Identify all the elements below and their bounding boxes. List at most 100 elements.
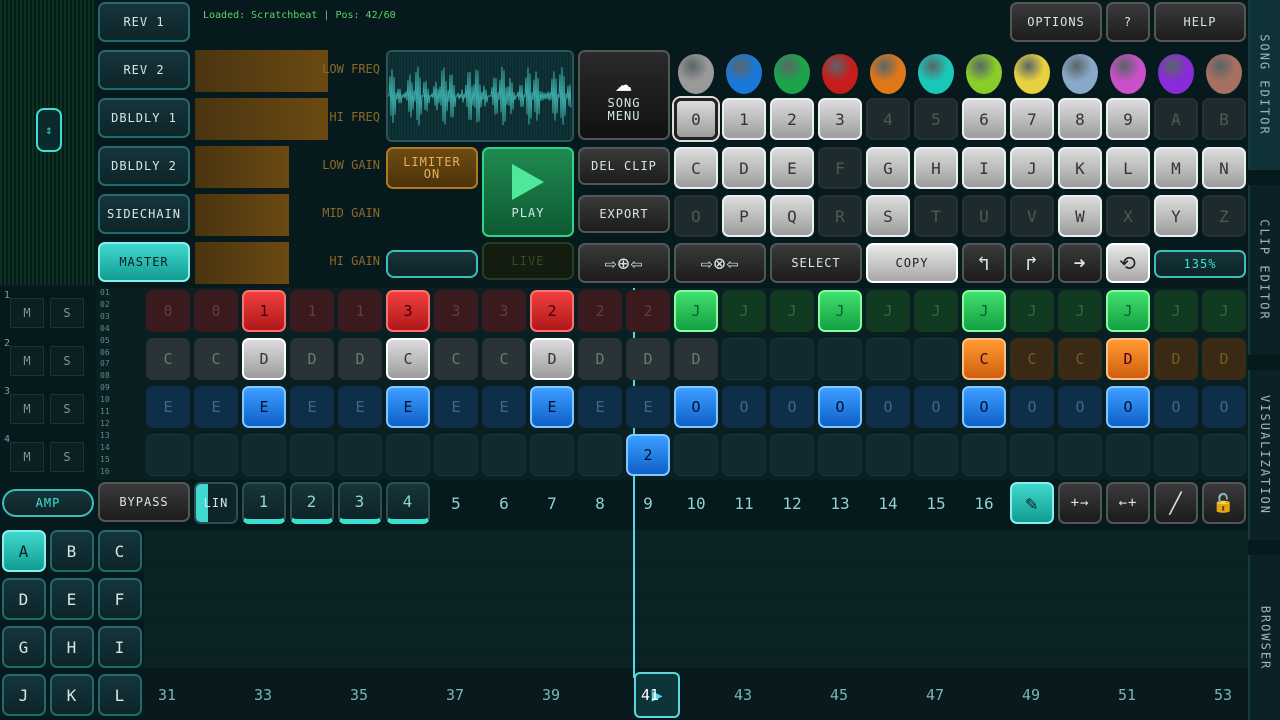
clip-cell[interactable]: E bbox=[578, 386, 622, 428]
color-pick-2[interactable] bbox=[726, 54, 762, 94]
eq-slider[interactable]: MID GAIN bbox=[195, 194, 382, 236]
clip-cell-empty[interactable] bbox=[242, 434, 286, 476]
pattern-key-c[interactable]: C bbox=[674, 147, 718, 189]
loop-button[interactable]: ⟲ bbox=[1106, 243, 1150, 283]
limiter-button[interactable]: LIMITER ON bbox=[386, 147, 478, 189]
tab-clip-editor[interactable]: CLIP EDITOR bbox=[1248, 185, 1280, 355]
clip-letter-a[interactable]: A bbox=[2, 530, 46, 572]
clip-cell-empty[interactable] bbox=[722, 434, 766, 476]
pattern-key-k[interactable]: K bbox=[1058, 147, 1102, 189]
clip-cell-empty[interactable] bbox=[818, 434, 862, 476]
clip-cell[interactable]: J bbox=[1058, 290, 1102, 332]
clip-cell-empty[interactable] bbox=[1010, 434, 1054, 476]
clip-cell[interactable] bbox=[722, 338, 766, 380]
clip-cell[interactable] bbox=[914, 338, 958, 380]
zoom-button[interactable]: 135% bbox=[1154, 250, 1246, 278]
fx-button-dbldly2[interactable]: DBLDLY 2 bbox=[98, 146, 190, 186]
draw-tool-button[interactable]: ✎ bbox=[1010, 482, 1054, 524]
help-button[interactable]: HELP bbox=[1154, 2, 1246, 42]
clip-cell[interactable]: C bbox=[434, 338, 478, 380]
clip-cell[interactable]: J bbox=[674, 290, 718, 332]
color-pick-10[interactable] bbox=[1110, 54, 1146, 94]
clip-cell[interactable]: 1 bbox=[338, 290, 382, 332]
clip-cell-empty[interactable] bbox=[530, 434, 574, 476]
clip-cell-empty[interactable] bbox=[1154, 434, 1198, 476]
step-button-9[interactable]: 9 bbox=[626, 482, 670, 524]
clip-cell[interactable]: C bbox=[146, 338, 190, 380]
solo-button[interactable]: S bbox=[50, 394, 84, 424]
color-pick-3[interactable] bbox=[774, 54, 810, 94]
clip-cell[interactable]: 2 bbox=[626, 434, 670, 476]
clip-cell[interactable]: J bbox=[914, 290, 958, 332]
clip-cell-empty[interactable] bbox=[386, 434, 430, 476]
select-button[interactable]: SELECT bbox=[770, 243, 862, 283]
color-pick-7[interactable] bbox=[966, 54, 1002, 94]
clip-cell[interactable]: D bbox=[290, 338, 334, 380]
clip-cell[interactable]: O bbox=[722, 386, 766, 428]
pattern-key-3[interactable]: 3 bbox=[818, 98, 862, 140]
pattern-key-0[interactable]: 0 bbox=[674, 98, 718, 140]
clip-cell[interactable]: O bbox=[962, 386, 1006, 428]
clip-cell[interactable]: E bbox=[242, 386, 286, 428]
blank-button[interactable] bbox=[386, 250, 478, 278]
pattern-key-a[interactable]: A bbox=[1154, 98, 1198, 140]
clip-cell[interactable]: 3 bbox=[386, 290, 430, 332]
clip-cell[interactable]: E bbox=[530, 386, 574, 428]
clip-cell-empty[interactable] bbox=[290, 434, 334, 476]
clip-cell[interactable]: 2 bbox=[626, 290, 670, 332]
clip-cell[interactable]: 2 bbox=[530, 290, 574, 332]
pattern-key-4[interactable]: 4 bbox=[866, 98, 910, 140]
clip-cell[interactable] bbox=[770, 338, 814, 380]
clip-letter-k[interactable]: K bbox=[50, 674, 94, 716]
pattern-key-s[interactable]: S bbox=[866, 195, 910, 237]
clip-cell[interactable]: O bbox=[770, 386, 814, 428]
options-button[interactable]: OPTIONS bbox=[1010, 2, 1102, 42]
clip-cell[interactable]: C bbox=[194, 338, 238, 380]
clip-cell[interactable]: D bbox=[1106, 338, 1150, 380]
pattern-key-w[interactable]: W bbox=[1058, 195, 1102, 237]
export-button[interactable]: EXPORT bbox=[578, 195, 670, 233]
clip-cell[interactable]: O bbox=[818, 386, 862, 428]
fx-button-sidechain[interactable]: SIDECHAIN bbox=[98, 194, 190, 234]
pattern-key-o[interactable]: O bbox=[674, 195, 718, 237]
pattern-key-u[interactable]: U bbox=[962, 195, 1006, 237]
clip-cell-empty[interactable] bbox=[482, 434, 526, 476]
clip-cell[interactable]: C bbox=[386, 338, 430, 380]
step-button-16[interactable]: 16 bbox=[962, 482, 1006, 524]
clip-cell[interactable]: J bbox=[866, 290, 910, 332]
eq-slider[interactable]: LOW FREQ bbox=[195, 50, 382, 92]
clip-cell[interactable]: E bbox=[146, 386, 190, 428]
step-button-4[interactable]: 4 bbox=[386, 482, 430, 524]
step-button-8[interactable]: 8 bbox=[578, 482, 622, 524]
step-button-12[interactable]: 12 bbox=[770, 482, 814, 524]
pattern-key-b[interactable]: B bbox=[1202, 98, 1246, 140]
clip-cell[interactable]: O bbox=[1202, 386, 1246, 428]
clip-cell[interactable]: D bbox=[242, 338, 286, 380]
clip-editor-area[interactable] bbox=[144, 530, 1248, 668]
pattern-key-m[interactable]: M bbox=[1154, 147, 1198, 189]
pattern-key-y[interactable]: Y bbox=[1154, 195, 1198, 237]
tab-visualization[interactable]: VISUALIZATION bbox=[1248, 370, 1280, 540]
clip-cell[interactable]: J bbox=[770, 290, 814, 332]
clip-cell[interactable]: 0 bbox=[194, 290, 238, 332]
pattern-key-7[interactable]: 7 bbox=[1010, 98, 1054, 140]
clip-letter-i[interactable]: I bbox=[98, 626, 142, 668]
step-button-3[interactable]: 3 bbox=[338, 482, 382, 524]
pattern-key-v[interactable]: V bbox=[1010, 195, 1054, 237]
timeline-bar[interactable] bbox=[144, 670, 1248, 720]
color-pick-11[interactable] bbox=[1158, 54, 1194, 94]
clip-cell-empty[interactable] bbox=[674, 434, 718, 476]
pattern-key-z[interactable]: Z bbox=[1202, 195, 1246, 237]
pattern-key-2[interactable]: 2 bbox=[770, 98, 814, 140]
color-pick-6[interactable] bbox=[918, 54, 954, 94]
solo-button[interactable]: S bbox=[50, 298, 84, 328]
color-pick-8[interactable] bbox=[1014, 54, 1050, 94]
clip-letter-e[interactable]: E bbox=[50, 578, 94, 620]
step-button-5[interactable]: 5 bbox=[434, 482, 478, 524]
step-button-10[interactable]: 10 bbox=[674, 482, 718, 524]
clip-cell-empty[interactable] bbox=[194, 434, 238, 476]
pattern-key-6[interactable]: 6 bbox=[962, 98, 1006, 140]
clip-cell-empty[interactable] bbox=[1106, 434, 1150, 476]
mute-button[interactable]: M bbox=[10, 394, 44, 424]
clip-cell[interactable]: C bbox=[1010, 338, 1054, 380]
